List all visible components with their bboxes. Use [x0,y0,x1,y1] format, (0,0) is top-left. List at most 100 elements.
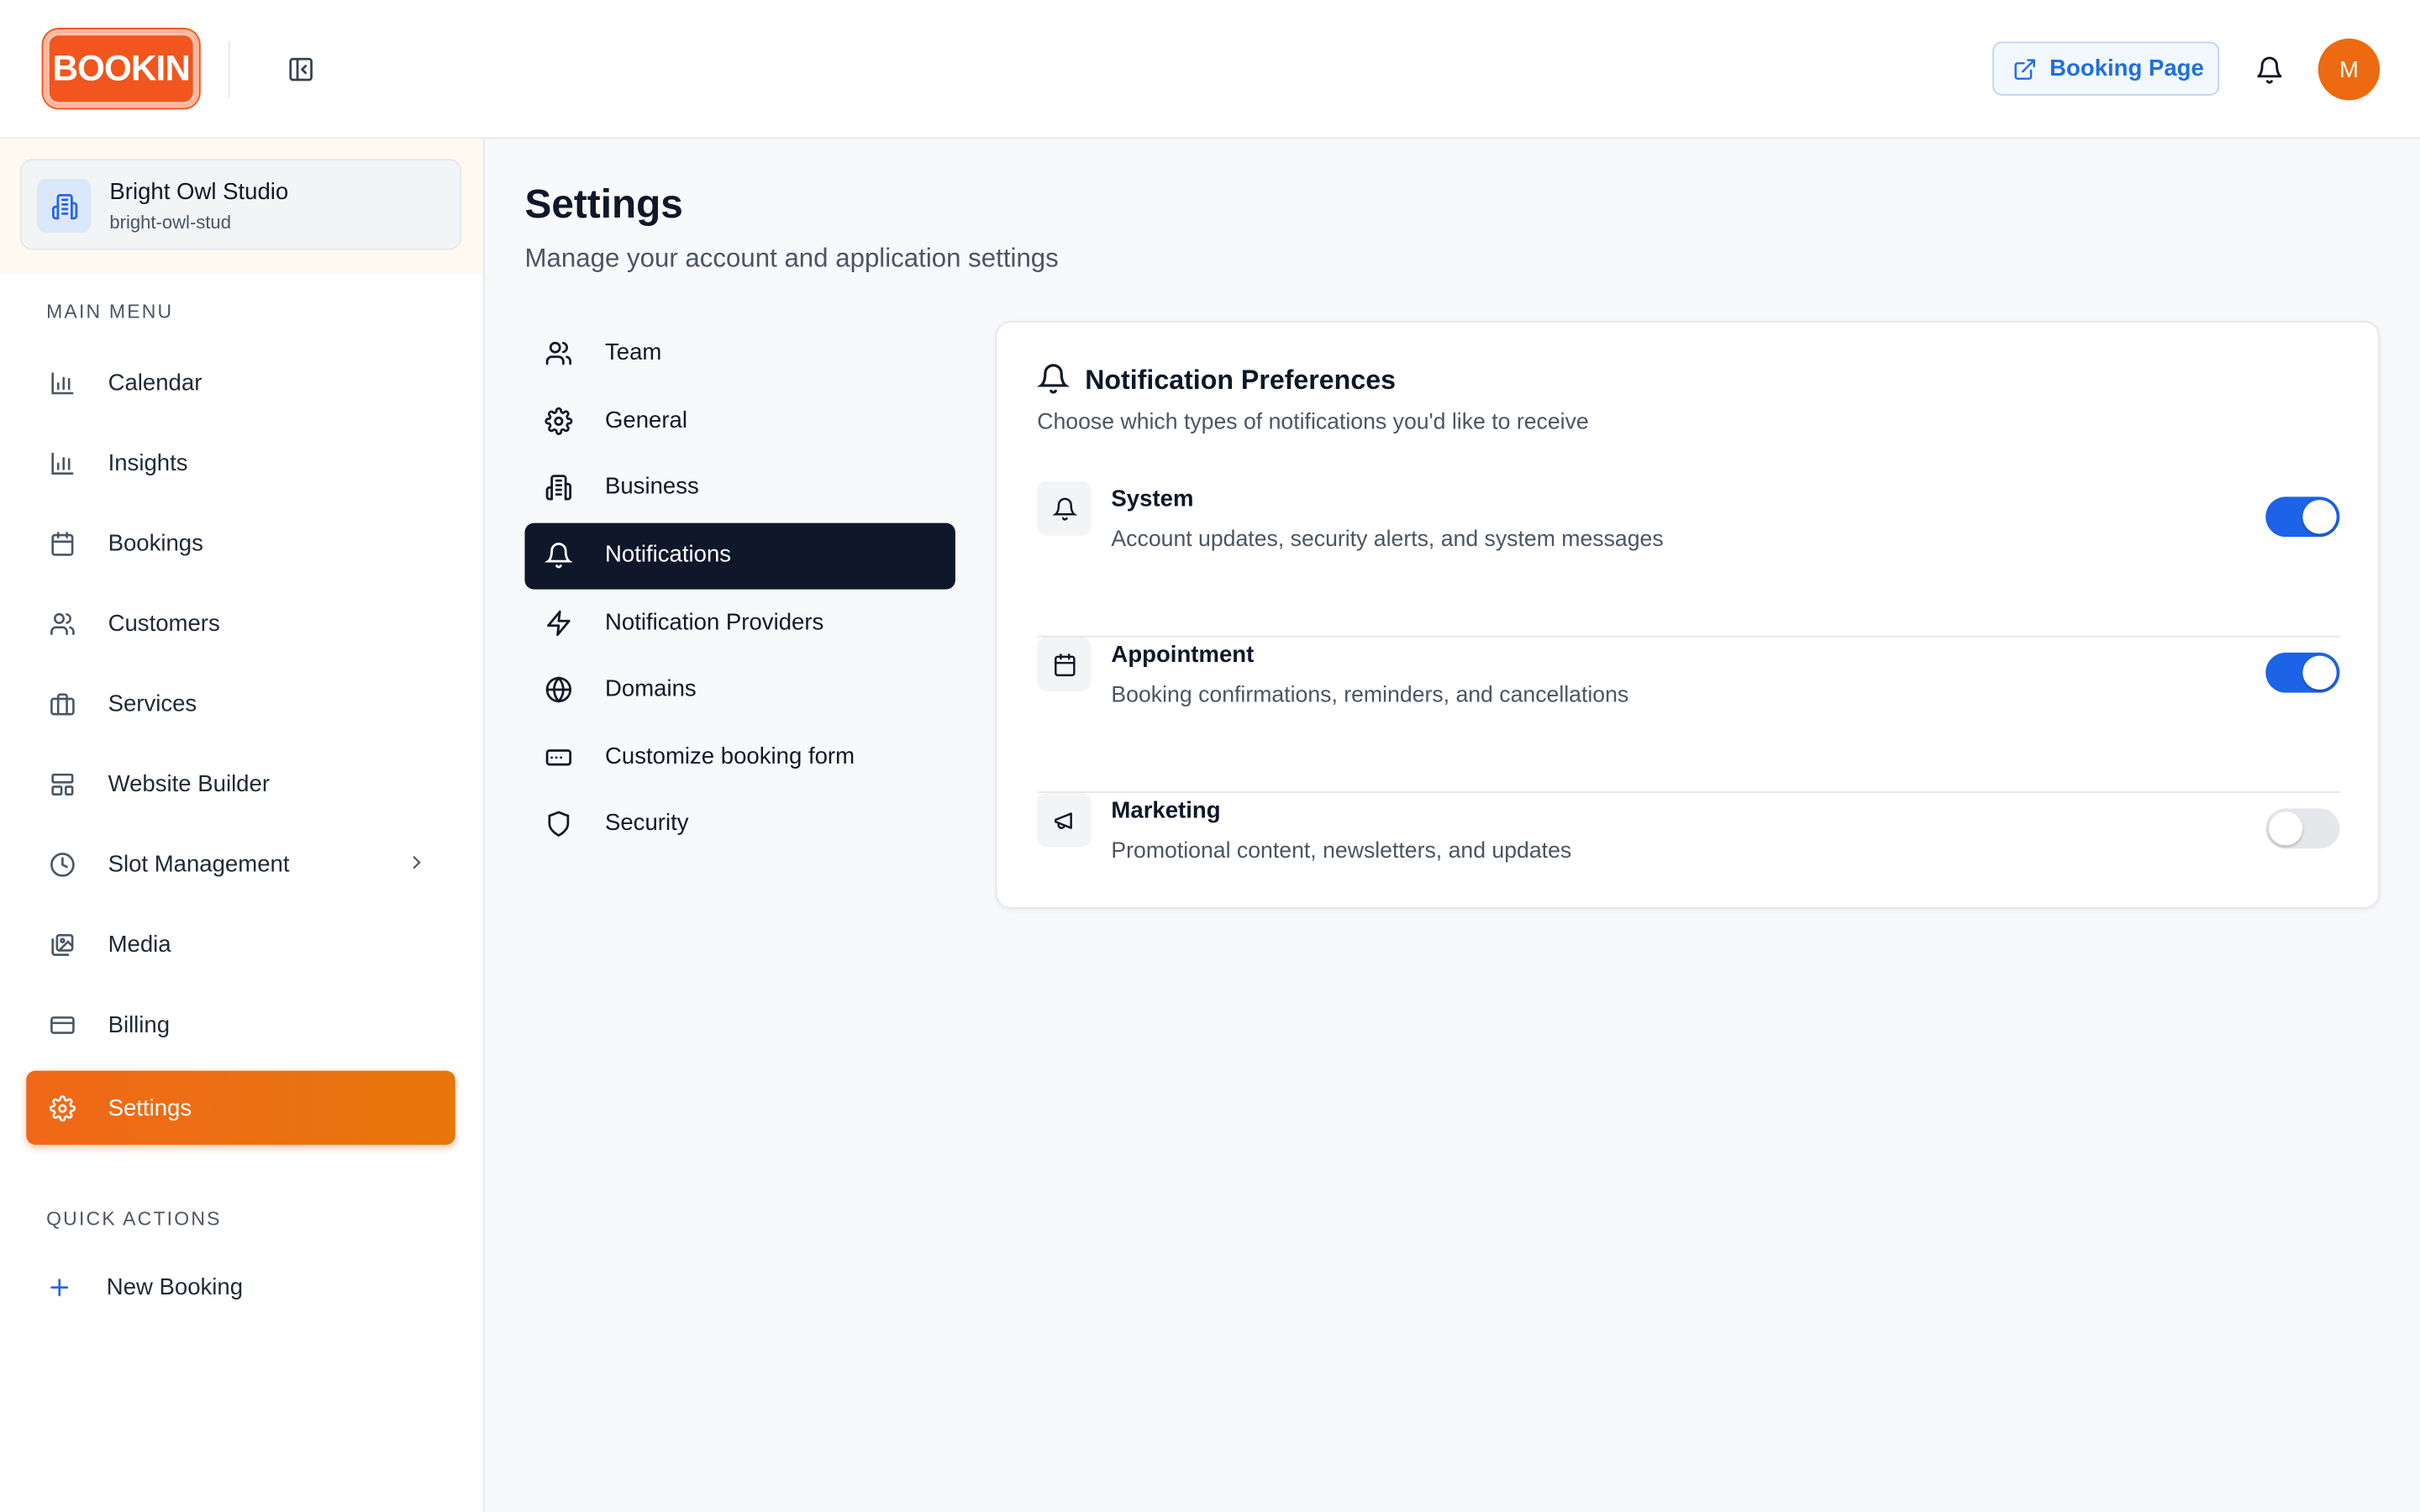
bar-chart-icon [46,367,77,398]
top-header: BOOKIN Booking Page M [0,0,2420,139]
building-icon [37,179,92,234]
booking-page-label: Booking Page [2049,55,2204,82]
building-icon [544,472,575,503]
clock-icon [46,848,77,879]
calendar-icon [1037,637,1092,691]
bell-icon [544,540,575,571]
notification-preferences-card: Notification Preferences Choose which ty… [995,321,2381,909]
pref-row-marketing: Marketing Promotional content, newslette… [1037,793,2340,949]
sidebar: Bright Owl Studio bright-owl-stud MAIN M… [0,139,485,1512]
sidebar-item-calendar[interactable]: Calendar [26,345,455,419]
layout-icon [46,769,77,800]
sidebar-item-label: Media [108,931,171,958]
sidebar-item-slot-management[interactable]: Slot Management [26,827,455,900]
chevron-right-icon [406,852,428,881]
settings-tab-label: Business [604,473,699,501]
settings-tab-notifications[interactable]: Notifications [524,522,955,590]
users-icon [544,338,575,369]
card-title: Notification Preferences [1085,364,1396,396]
org-name: Bright Owl Studio [109,179,289,206]
sidebar-item-label: Bookings [108,529,203,557]
user-avatar[interactable]: M [2317,38,2381,101]
org-switcher-area: Bright Owl Studio bright-owl-stud [0,139,483,274]
settings-tab-label: Security [604,810,689,837]
toggle-knob [2302,655,2337,690]
org-switcher[interactable]: Bright Owl Studio bright-owl-stud [19,159,462,250]
zap-icon [544,608,575,639]
page-title: Settings [524,180,683,227]
settings-tab-general[interactable]: General [524,389,955,455]
sidebar-item-label: Website Builder [108,770,271,797]
settings-tab-business[interactable]: Business [524,455,955,522]
settings-tab-label: Notifications [604,541,732,568]
sidebar-item-label: Services [108,690,197,717]
gear-icon [544,406,575,437]
settings-tab-label: Customize booking form [604,743,855,770]
quick-actions-label: QUICK ACTIONS [46,1208,222,1230]
sidebar-item-services[interactable]: Services [26,666,455,740]
bell-icon [1036,363,1071,403]
bell-icon [1037,481,1092,536]
sidebar-item-label: Slot Management [108,850,290,878]
shield-icon [544,808,575,839]
notifications-button[interactable] [2250,51,2287,88]
panel-left-icon [289,57,313,81]
sidebar-item-settings[interactable]: Settings [26,1070,455,1145]
sidebar-collapse-button[interactable] [282,51,319,88]
settings-tab-label: Team [604,339,662,366]
pref-title: Marketing [1111,797,1221,824]
globe-icon [544,675,575,706]
sidebar-item-bookings[interactable]: Bookings [26,506,455,580]
sidebar-item-insights[interactable]: Insights [26,426,455,500]
sidebar-item-label: Settings [108,1095,192,1121]
pref-description: Account updates, security alerts, and sy… [1111,528,1664,553]
external-link-icon [2014,58,2035,79]
settings-tab-label: Notification Providers [604,609,824,636]
settings-tab-team[interactable]: Team [524,321,955,387]
logo-text: BOOKIN [52,47,190,88]
card-description: Choose which types of notifications you'… [1037,410,1589,435]
pref-row-system: System Account updates, security alerts,… [1037,481,2340,638]
page-subtitle: Manage your account and application sett… [524,244,1059,274]
sidebar-item-billing[interactable]: Billing [26,987,455,1061]
pref-row-appointment: Appointment Booking confirmations, remin… [1037,637,2340,794]
main-menu-label: MAIN MENU [46,301,174,323]
bar-chart-icon [46,448,77,479]
calendar-icon [46,528,77,559]
sidebar-item-label: Customers [108,610,220,637]
sidebar-item-label: Billing [108,1011,171,1038]
gear-icon [46,1092,77,1123]
new-booking-button[interactable]: New Booking [26,1252,455,1326]
toggle-knob [2268,811,2303,846]
marketing-toggle[interactable] [2265,808,2340,849]
header-divider [228,41,230,97]
form-icon [544,742,575,773]
settings-tab-security[interactable]: Security [524,791,955,858]
avatar-initial: M [2338,56,2359,83]
system-toggle[interactable] [2265,496,2340,538]
pref-title: System [1111,486,1194,512]
briefcase-icon [46,688,77,719]
appointment-toggle[interactable] [2265,652,2340,693]
pref-description: Booking confirmations, reminders, and ca… [1111,683,1629,709]
bookin-logo[interactable]: BOOKIN [43,29,199,108]
new-booking-label: New Booking [106,1274,244,1301]
images-icon [46,929,77,960]
settings-tab-domains[interactable]: Domains [524,657,955,723]
settings-tab-customize-booking-form[interactable]: Customize booking form [524,725,955,791]
sidebar-item-customers[interactable]: Customers [26,586,455,660]
credit-card-icon [46,1009,77,1040]
pref-description: Promotional content, newsletters, and up… [1111,839,1572,864]
pref-title: Appointment [1111,642,1255,669]
plus-icon [46,1274,72,1308]
sidebar-item-label: Calendar [108,369,203,396]
toggle-knob [2302,500,2337,534]
sidebar-item-media[interactable]: Media [26,907,455,981]
megaphone-icon [1037,793,1092,848]
settings-tab-notification-providers[interactable]: Notification Providers [524,591,955,657]
bell-icon [2256,55,2281,83]
settings-tab-label: General [604,407,688,434]
sidebar-item-website-builder[interactable]: Website Builder [26,747,455,821]
booking-page-button[interactable]: Booking Page [1992,41,2220,96]
settings-tab-label: Domains [604,675,697,702]
